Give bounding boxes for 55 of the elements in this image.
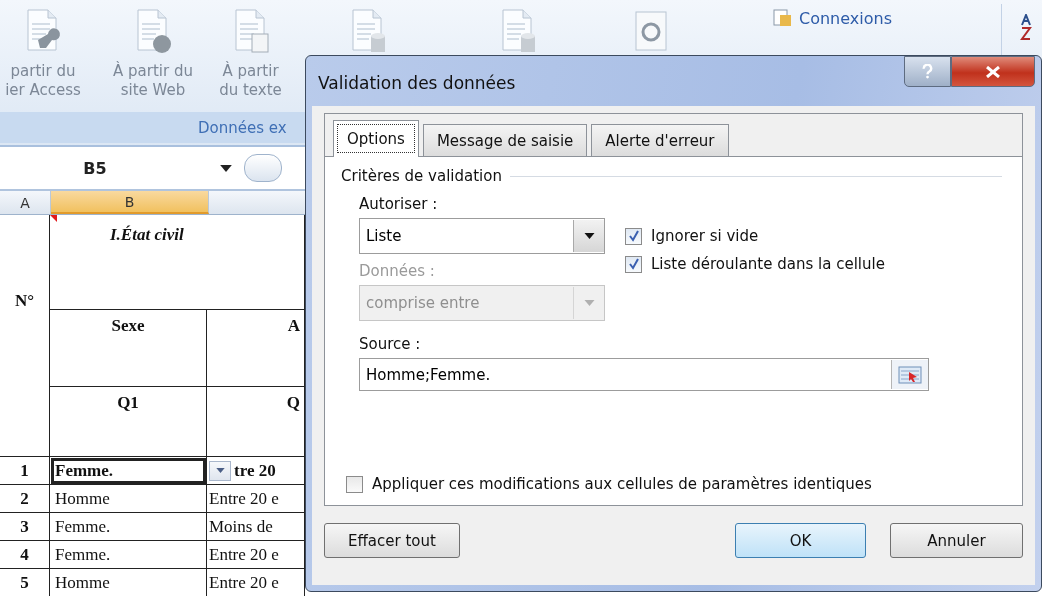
column-header[interactable]: B xyxy=(51,191,209,214)
table-header-cell: Sexe xyxy=(50,310,207,387)
table-cell-text: tre 20 xyxy=(234,460,276,482)
ribbon-group-label: Données ex xyxy=(198,118,287,137)
table-cell-text: Moins de xyxy=(209,516,273,538)
name-box[interactable]: B5 xyxy=(0,158,170,178)
range-select-icon[interactable] xyxy=(898,365,922,384)
dialog-title: Validation des données xyxy=(318,73,516,93)
caret-icon xyxy=(583,300,595,306)
checkbox[interactable] xyxy=(625,227,642,245)
field-label: Données : xyxy=(359,262,436,280)
row-number-cell: 5 xyxy=(0,569,50,596)
field-label: Source : xyxy=(358,335,422,353)
tab[interactable]: Options xyxy=(333,120,419,157)
clear-all-button[interactable]: Effacer tout xyxy=(324,523,460,558)
table-cell: N° xyxy=(0,215,50,387)
close-button[interactable] xyxy=(951,56,1035,87)
table-cell[interactable]: Femme. xyxy=(50,513,207,541)
cancel-button[interactable]: Annuler xyxy=(890,523,1023,558)
checkbox-label[interactable]: Appliquer ces modifications aux cellules de paramètres identiques xyxy=(372,475,872,493)
table-cell xyxy=(0,387,50,457)
help-icon xyxy=(922,64,933,79)
tab[interactable]: Alerte d'erreur xyxy=(591,124,729,156)
connections-button[interactable]: Connexions xyxy=(799,8,892,28)
group-label: Critères de validation xyxy=(341,167,502,185)
table-cell-text: Entre 20 e xyxy=(209,488,279,510)
checkbox-label[interactable]: Ignorer si vide xyxy=(651,227,759,245)
caret-icon xyxy=(215,468,225,473)
row-number-cell: 1 xyxy=(0,457,50,485)
table-cell-text: Entre 20 e xyxy=(209,544,279,566)
dropdown[interactable]: Liste xyxy=(359,218,605,254)
caret-icon xyxy=(583,233,595,239)
checkbox-label[interactable]: Liste déroulante dans la cellule xyxy=(651,255,885,273)
table-cell[interactable]: Femme. xyxy=(50,541,207,569)
table-cell[interactable]: Homme xyxy=(50,485,207,513)
checkbox[interactable] xyxy=(346,475,363,493)
sort-az-icon[interactable] xyxy=(1020,14,1032,40)
table-header-cell: Q1 xyxy=(50,387,207,457)
row-number-cell: 3 xyxy=(0,513,50,541)
caret-icon[interactable] xyxy=(220,164,232,172)
field-label: Autoriser : xyxy=(359,195,439,213)
row-number-cell: 4 xyxy=(0,541,50,569)
row-number-cell: 2 xyxy=(0,485,50,513)
table-cell[interactable]: Homme xyxy=(50,569,207,596)
help-button[interactable] xyxy=(904,56,951,87)
source-field[interactable]: Homme;Femme. xyxy=(359,358,929,391)
table-cell[interactable]: Femme. xyxy=(50,457,207,485)
close-icon xyxy=(985,65,1001,78)
cell-dropdown-button[interactable] xyxy=(209,460,231,481)
checkbox[interactable] xyxy=(625,255,642,273)
table-cell-text: Entre 20 e xyxy=(209,572,279,594)
ok-button[interactable]: OK xyxy=(735,523,866,558)
tab[interactable]: Message de saisie xyxy=(422,124,588,156)
section-title: I.État civil xyxy=(110,225,184,244)
connections-icon xyxy=(773,8,793,28)
